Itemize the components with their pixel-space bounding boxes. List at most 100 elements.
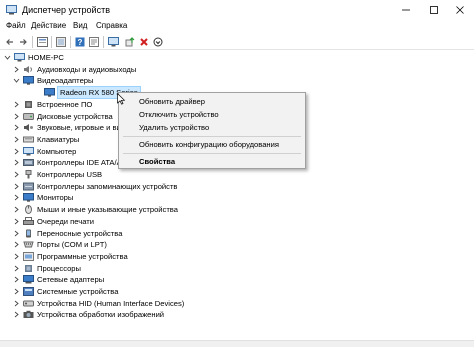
chevron-right-icon[interactable] — [13, 253, 20, 260]
tree-item-label: Системные устройства — [37, 287, 119, 296]
tree-item-label: Процессоры — [37, 263, 81, 273]
menu-view[interactable]: Вид — [70, 21, 90, 30]
properties-sheet-icon — [89, 37, 99, 47]
update-driver-menu-item[interactable]: Обновить драйвер — [119, 95, 305, 108]
tree-item-label: Контроллеры USB — [37, 170, 103, 179]
tree-item-portable-devices[interactable]: Переносные устройства — [13, 228, 122, 239]
tree-item-label: Клавиатуры — [37, 134, 80, 144]
display-adapter-icon — [23, 76, 34, 86]
scan-hardware-button[interactable] — [107, 36, 119, 48]
maximize-button[interactable] — [420, 0, 448, 20]
chevron-right-icon[interactable] — [13, 101, 20, 108]
disable-button[interactable] — [152, 36, 164, 48]
status-bar — [0, 340, 474, 347]
processor-icon — [23, 264, 34, 273]
close-icon — [456, 6, 464, 14]
chevron-right-icon[interactable] — [13, 230, 20, 237]
tree-item-label: Очереди печати — [37, 216, 94, 226]
tree-item-disk-drives[interactable]: Дисковые устройства — [13, 111, 113, 122]
tree-item-keyboards[interactable]: Клавиатуры — [13, 134, 79, 145]
tree-item-label: Сетевые адаптеры — [37, 275, 105, 285]
keyboard-icon — [23, 135, 34, 144]
chevron-right-icon[interactable] — [13, 300, 20, 307]
chevron-right-icon[interactable] — [13, 171, 20, 178]
minimize-button[interactable] — [392, 0, 420, 20]
toolbar: ? — [0, 34, 474, 50]
uninstall-device-menu-item[interactable]: Удалить устройство — [119, 121, 305, 134]
tree-item-audio[interactable]: Аудиовходы и аудиовыходы — [13, 64, 136, 75]
tree-item-storage-controllers[interactable]: Контроллеры запоминающих устройств — [13, 181, 177, 192]
chevron-right-icon[interactable] — [13, 194, 20, 201]
chevron-right-icon[interactable] — [13, 276, 20, 283]
tree-item-print-queues[interactable]: Очереди печати — [13, 216, 94, 227]
chevron-right-icon[interactable] — [13, 206, 20, 213]
ide-controller-icon — [23, 158, 34, 167]
tree-item-label: Компьютер — [37, 146, 77, 156]
tree-item-usb[interactable]: Контроллеры USB — [13, 169, 102, 180]
tree-item-network-adapters[interactable]: Сетевые адаптеры — [13, 274, 104, 285]
minimize-icon — [402, 9, 410, 11]
tree-item-computer[interactable]: Компьютер — [13, 146, 76, 157]
update-driver-button[interactable] — [124, 36, 136, 48]
chevron-right-icon[interactable] — [13, 311, 20, 318]
chevron-down-icon[interactable] — [4, 54, 11, 61]
tree-item-label: Контроллеры запоминающих устройств — [37, 181, 178, 191]
back-button[interactable] — [4, 36, 16, 48]
properties-button[interactable] — [36, 36, 48, 48]
chevron-right-icon[interactable] — [13, 241, 20, 248]
show-hidden-button[interactable] — [55, 36, 67, 48]
chevron-down-icon[interactable] — [13, 77, 20, 84]
chevron-right-icon[interactable] — [13, 148, 20, 155]
close-button[interactable] — [446, 0, 474, 20]
software-device-icon — [23, 251, 34, 261]
printer-icon — [23, 216, 34, 226]
tree-item-label: Устройства HID (Human Interface Devices) — [37, 298, 185, 308]
tree-item-monitors[interactable]: Мониторы — [13, 192, 73, 203]
uninstall-button[interactable] — [138, 36, 150, 48]
chevron-right-icon[interactable] — [13, 218, 20, 225]
tree-item-software-devices[interactable]: Программные устройства — [13, 251, 128, 262]
tree-item-imaging-devices[interactable]: Устройства обработки изображений — [13, 309, 164, 320]
help-button[interactable]: ? — [74, 36, 86, 48]
tree-item-hid[interactable]: Устройства HID (Human Interface Devices) — [13, 298, 184, 309]
chevron-right-icon[interactable] — [13, 66, 20, 73]
disable-device-menu-item[interactable]: Отключить устройство — [119, 108, 305, 121]
forward-button[interactable] — [17, 36, 29, 48]
properties-menu-item[interactable]: Свойства — [119, 155, 305, 168]
tree-item-label: Видеоадаптеры — [37, 76, 94, 86]
menu-action[interactable]: Действие — [28, 21, 69, 30]
chevron-right-icon[interactable] — [13, 183, 20, 190]
mouse-icon — [23, 205, 34, 215]
chevron-right-icon[interactable] — [13, 159, 20, 166]
tree-item-mice[interactable]: Мыши и иные указывающие устройства — [13, 204, 178, 215]
chevron-right-icon[interactable] — [13, 288, 20, 295]
title-bar: Диспетчер устройств — [0, 0, 474, 20]
tree-item-processors[interactable]: Процессоры — [13, 263, 81, 274]
properties-sheet-button[interactable] — [88, 36, 100, 48]
disable-icon — [153, 37, 163, 47]
speaker-icon — [23, 65, 34, 74]
tree-item-system-devices[interactable]: Системные устройства — [13, 286, 118, 297]
tree-item-firmware[interactable]: Встроенное ПО — [13, 99, 92, 110]
help-icon: ? — [75, 37, 85, 47]
chevron-right-icon[interactable] — [13, 113, 20, 120]
chevron-right-icon[interactable] — [13, 265, 20, 272]
tree-item-label: Порты (COM и LPT) — [37, 240, 107, 250]
menu-file[interactable]: Файл — [3, 21, 29, 30]
tree-item-label: HOME-PC — [28, 53, 64, 62]
tree-item-label: Переносные устройства — [37, 228, 123, 238]
tree-root[interactable]: HOME-PC — [4, 52, 64, 63]
scan-hardware-menu-item[interactable]: Обновить конфигурацию оборудования — [119, 138, 305, 151]
forward-icon — [20, 39, 27, 45]
display-adapter-icon — [44, 88, 55, 97]
menu-help[interactable]: Справка — [93, 21, 130, 30]
computer-icon — [14, 53, 25, 62]
tree-item-ports[interactable]: Порты (COM и LPT) — [13, 239, 107, 250]
device-manager-icon — [6, 5, 17, 15]
chevron-right-icon[interactable] — [13, 124, 20, 131]
back-icon — [6, 39, 13, 45]
tree-item-label: Аудиовходы и аудиовыходы — [37, 64, 137, 74]
update-driver-icon — [125, 37, 135, 47]
tree-item-display-adapters[interactable]: Видеоадаптеры — [13, 75, 93, 86]
chevron-right-icon[interactable] — [13, 136, 20, 143]
